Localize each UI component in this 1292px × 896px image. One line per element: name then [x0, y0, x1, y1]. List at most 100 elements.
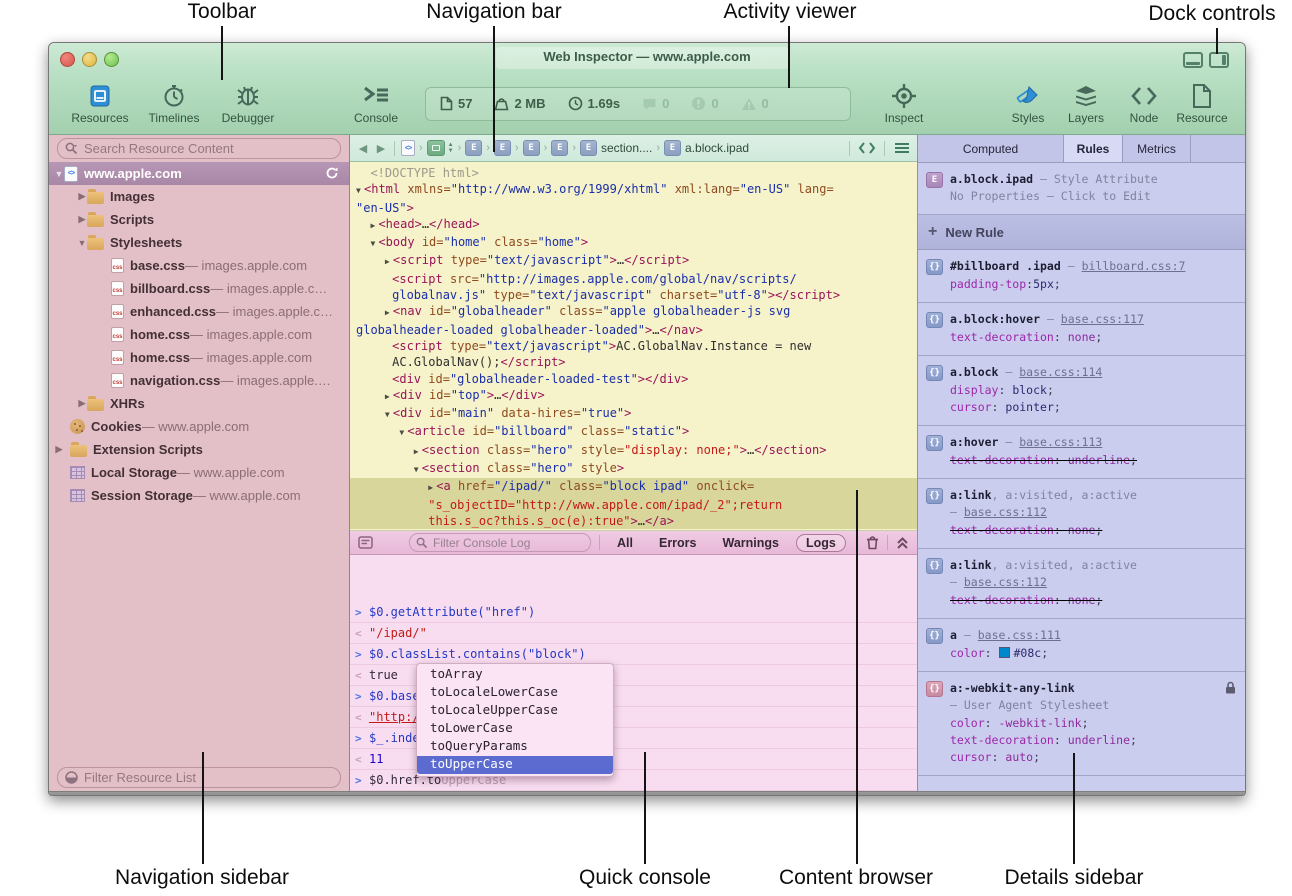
tree-item-home-css[interactable]: css home.css — images.apple.com	[49, 323, 349, 346]
filter-resource-input[interactable]	[82, 769, 333, 786]
css-property[interactable]: cursor: pointer;	[950, 399, 1237, 416]
tab-metrics[interactable]: Metrics	[1123, 135, 1191, 162]
filter-console-input[interactable]	[431, 535, 584, 551]
code-line[interactable]: ▶<nav id="globalheader" class="apple glo…	[350, 303, 917, 321]
tab-rules[interactable]: Rules	[1064, 135, 1123, 162]
tree-item-extension-scripts[interactable]: ▶ Extension Scripts	[49, 438, 349, 461]
autocomplete-item[interactable]: toLocaleLowerCase	[417, 684, 613, 702]
overridden-css-property[interactable]: text-decoration: none;	[950, 592, 1237, 609]
autocomplete-item-selected[interactable]: toUpperCase	[417, 756, 613, 774]
console-panel-icon[interactable]	[358, 536, 373, 549]
tree-item-home-css-2[interactable]: css home.css — images.apple.com	[49, 346, 349, 369]
css-rule[interactable]: {} a.block:hover — base.css:117 text-dec…	[918, 303, 1245, 356]
back-button[interactable]: ◀	[356, 142, 370, 155]
element-crumb[interactable]: E	[551, 140, 568, 156]
source-code-toggle-icon[interactable]	[858, 141, 876, 155]
new-rule-button[interactable]: + New Rule	[918, 215, 1245, 250]
forward-button[interactable]: ▶	[374, 142, 388, 155]
tree-item-navigation-css[interactable]: css navigation.css — images.apple.…	[49, 369, 349, 392]
code-line[interactable]: "en-US">	[350, 200, 917, 216]
code-line[interactable]: ▶<head>…</head>	[350, 216, 917, 234]
scope-errors-button[interactable]: Errors	[650, 536, 706, 550]
overridden-css-property[interactable]: text-decoration: underline;	[950, 452, 1237, 469]
inspect-button[interactable]: Inspect	[867, 82, 941, 125]
user-agent-rule[interactable]: {} a:-webkit-any-link — User Agent Style…	[918, 672, 1245, 776]
tree-item-billboard-css[interactable]: css billboard.css — images.apple.c…	[49, 277, 349, 300]
console-button[interactable]: Console	[339, 82, 413, 125]
css-rule[interactable]: {} a — base.css:111 color: #08c;	[918, 619, 1245, 672]
reload-icon[interactable]	[325, 166, 339, 180]
layer-borders-toggle-icon[interactable]	[893, 141, 911, 155]
clear-log-trash-icon[interactable]	[866, 535, 879, 550]
overridden-css-property[interactable]: text-decoration: none;	[950, 522, 1237, 539]
css-property[interactable]: text-decoration: none;	[950, 329, 1237, 346]
code-line[interactable]: ▼<section class="hero" style>	[350, 460, 917, 478]
tree-item-enhanced-css[interactable]: css enhanced.css — images.apple.c…	[49, 300, 349, 323]
dock-to-bottom-button[interactable]	[1183, 52, 1203, 68]
element-crumb[interactable]: E	[523, 140, 540, 156]
debugger-button[interactable]: Debugger	[211, 82, 285, 125]
code-line[interactable]: ▼<html xmlns="http://www.w3.org/1999/xht…	[350, 181, 917, 199]
quick-console[interactable]: > $0.getAttribute("href") < "/ipad/" > $…	[350, 555, 917, 791]
css-property[interactable]: color: -webkit-link;	[950, 715, 1237, 732]
tree-item-local-storage[interactable]: Local Storage — www.apple.com	[49, 461, 349, 484]
css-rule[interactable]: {} a:hover — base.css:113 text-decoratio…	[918, 426, 1245, 479]
sibling-stepper[interactable]: ▲▼	[448, 143, 454, 154]
selected-element-crumb[interactable]: E a.block.ipad	[664, 140, 749, 156]
scope-logs-button[interactable]: Logs	[796, 534, 846, 552]
css-rule[interactable]: {} a.block — base.css:114 display: block…	[918, 356, 1245, 426]
code-line[interactable]: globalheader-loaded globalheader-loaded"…	[350, 322, 917, 338]
code-line[interactable]: <script type="text/javascript">AC.Global…	[350, 338, 917, 354]
autocomplete-item[interactable]: toLocaleUpperCase	[417, 702, 613, 720]
resource-button[interactable]: Resource	[1173, 82, 1231, 125]
selected-code-line[interactable]: this.s_oc?this.s_oc(e):true">…</a>	[350, 513, 917, 529]
collapse-console-icon[interactable]	[896, 536, 909, 550]
tree-item-base-css[interactable]: css base.css — images.apple.com	[49, 254, 349, 277]
layers-button[interactable]: Layers	[1057, 82, 1115, 125]
selected-code-line[interactable]: "s_objectID="http://www.apple.com/ipad/_…	[350, 497, 917, 513]
code-line[interactable]: ▶<script type="text/javascript">…</scrip…	[350, 252, 917, 270]
code-line[interactable]: AC.GlobalNav();</script>	[350, 354, 917, 370]
tree-item-cookies[interactable]: Cookies — www.apple.com	[49, 415, 349, 438]
timelines-button[interactable]: Timelines	[137, 82, 211, 125]
dom-root-crumb-icon[interactable]	[427, 140, 445, 156]
section-crumb[interactable]: E section....	[580, 140, 652, 156]
search-resource-input[interactable]	[82, 140, 333, 157]
css-property[interactable]: text-decoration: underline;	[950, 732, 1237, 749]
css-property[interactable]: padding-top:5px;	[950, 276, 1237, 293]
console-command[interactable]: > $0.getAttribute("href")	[350, 602, 917, 623]
css-property[interactable]: color: #08c;	[950, 645, 1237, 662]
tree-item-session-storage[interactable]: Session Storage — www.apple.com	[49, 484, 349, 507]
styles-button[interactable]: Styles	[999, 82, 1057, 125]
resources-button[interactable]: Resources	[63, 82, 137, 125]
document-crumb-icon[interactable]	[401, 140, 415, 156]
code-line[interactable]: globalnav.js" type="text/javascript" cha…	[350, 287, 917, 303]
css-property[interactable]: cursor: auto;	[950, 749, 1237, 766]
code-line[interactable]: ▼<div id="main" data-hires="true">	[350, 405, 917, 423]
code-line[interactable]: ▶<section class="hero" style="display: n…	[350, 442, 917, 460]
tree-item-root[interactable]: ▼ www.apple.com	[49, 162, 349, 185]
code-line[interactable]: <div id="globalheader-loaded-test"></div…	[350, 371, 917, 387]
dock-to-right-button[interactable]	[1209, 52, 1229, 68]
code-line[interactable]: ▶<div id="top">…</div>	[350, 387, 917, 405]
autocomplete-item[interactable]: toArray	[417, 666, 613, 684]
selected-code-line[interactable]: ▶<a href="/ipad/" class="block ipad" onc…	[350, 478, 917, 496]
tab-computed[interactable]: Computed	[918, 135, 1064, 162]
tree-item-images[interactable]: ▶ Images	[49, 185, 349, 208]
element-crumb[interactable]: E	[465, 140, 482, 156]
tree-item-xhrs[interactable]: ▶ XHRs	[49, 392, 349, 415]
node-button[interactable]: Node	[1115, 82, 1173, 125]
autocomplete-item[interactable]: toLowerCase	[417, 720, 613, 738]
autocomplete-item[interactable]: toQueryParams	[417, 738, 613, 756]
css-rule[interactable]: {} #billboard .ipad — billboard.css:7 pa…	[918, 250, 1245, 303]
code-line[interactable]: <script src="http://images.apple.com/glo…	[350, 271, 917, 287]
style-attribute-rule[interactable]: E a.block.ipad — Style Attribute No Prop…	[918, 163, 1245, 215]
content-browser[interactable]: <!DOCTYPE html> ▼<html xmlns="http://www…	[350, 162, 917, 530]
css-property[interactable]: display: block;	[950, 382, 1237, 399]
tree-item-stylesheets[interactable]: ▼ Stylesheets	[49, 231, 349, 254]
scope-warnings-button[interactable]: Warnings	[714, 536, 788, 550]
code-line[interactable]: ▼<article id="billboard" class="static">	[350, 423, 917, 441]
console-command[interactable]: > $0.classList.contains("block")	[350, 644, 917, 665]
code-line[interactable]: ▼<body id="home" class="home">	[350, 234, 917, 252]
tree-item-scripts[interactable]: ▶ Scripts	[49, 208, 349, 231]
